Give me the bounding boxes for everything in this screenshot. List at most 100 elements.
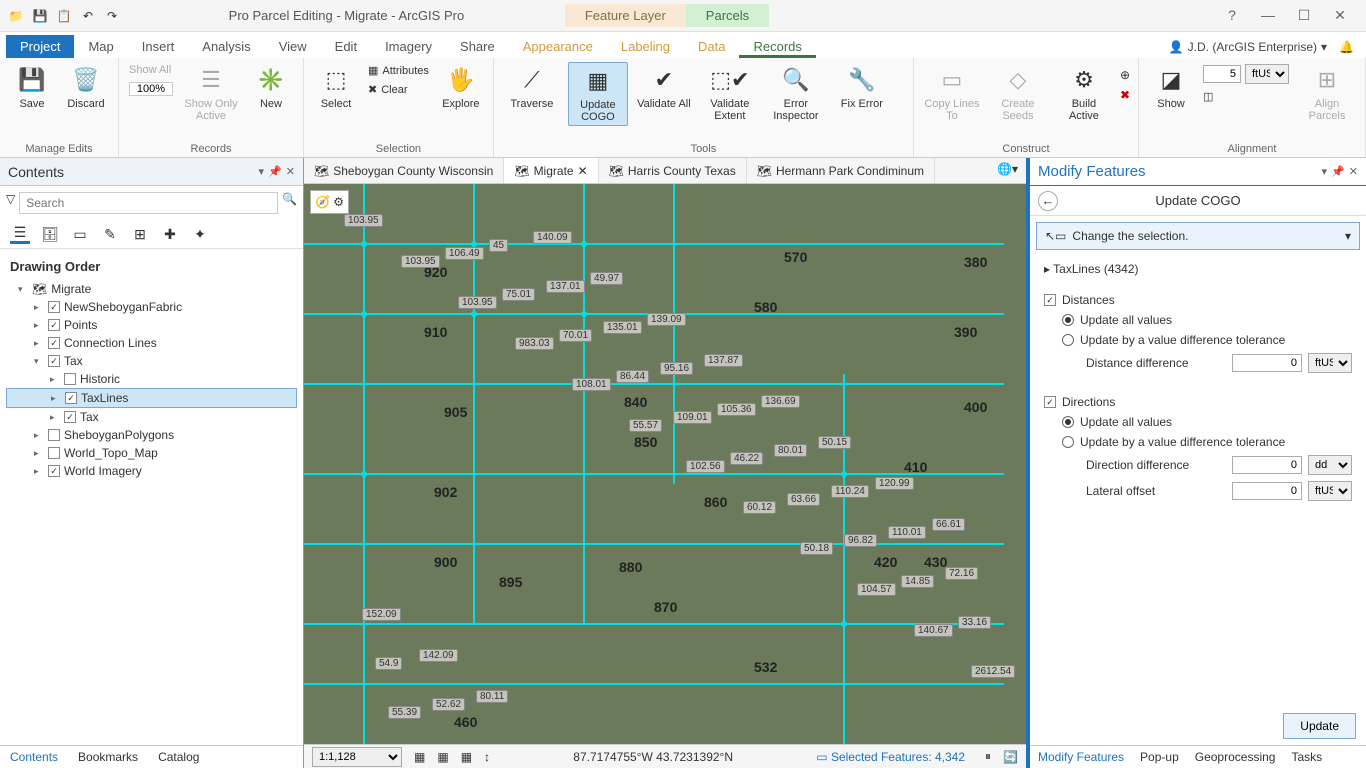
lateral-offset-unit-select[interactable]: ftUS (1308, 481, 1352, 501)
distances-checkbox[interactable]: ✓ (1044, 294, 1056, 306)
context-tab-feature-layer[interactable]: Feature Layer (565, 4, 686, 27)
tab-popup[interactable]: Pop-up (1132, 746, 1187, 768)
copy-lines-to-button[interactable]: ▭Copy Lines To (922, 62, 982, 124)
print-icon[interactable]: 📋 (54, 6, 74, 26)
layer-points[interactable]: ▸✓Points (6, 316, 297, 334)
filter-icon[interactable]: ▽ (6, 192, 15, 214)
align-parcels-button[interactable]: ⊞Align Parcels (1297, 62, 1357, 124)
layer-newsheboyganfabric[interactable]: ▸✓NewSheboyganFabric (6, 298, 297, 316)
list-labeling-icon[interactable]: ✚ (160, 224, 180, 244)
alignment-unit-select[interactable]: ftUS (1245, 64, 1289, 84)
validate-all-button[interactable]: ✔Validate All (634, 62, 694, 112)
traverse-button[interactable]: ⟋Traverse (502, 62, 562, 112)
globe-icon[interactable]: 🌐▾ (989, 158, 1026, 183)
fix-error-button[interactable]: 🔧Fix Error (832, 62, 892, 112)
new-record-button[interactable]: ✳️New (247, 62, 295, 112)
tab-contents[interactable]: Contents (0, 746, 68, 768)
close-pane-icon[interactable]: ✕ (1349, 165, 1358, 178)
status-icon-4[interactable]: ↕ (484, 750, 490, 764)
error-inspector-button[interactable]: 🔍Error Inspector (766, 62, 826, 124)
navigator-tool[interactable]: 🧭 ⚙ (310, 190, 349, 214)
tab-project[interactable]: Project (6, 35, 74, 58)
construct-opt2-icon[interactable]: ✖ (1120, 88, 1130, 102)
selection-tree-row[interactable]: ▸ TaxLines (4342) (1030, 256, 1366, 282)
list-perspective-icon[interactable]: ✦ (190, 224, 210, 244)
status-icon-1[interactable]: ▦ (414, 750, 425, 764)
save-icon[interactable]: 💾 (30, 6, 50, 26)
tab-edit[interactable]: Edit (321, 35, 371, 58)
layer-checkbox[interactable]: ✓ (64, 411, 76, 423)
map-tab-3[interactable]: 🗺 Hermann Park Condiminum (747, 158, 935, 183)
change-selection-bar[interactable]: ↖▭ Change the selection. ▾ (1036, 222, 1360, 250)
contents-search-input[interactable] (19, 192, 278, 214)
close-tab-icon[interactable]: ✕ (578, 164, 588, 178)
layer-historic[interactable]: ▸Historic (6, 370, 297, 388)
tab-catalog[interactable]: Catalog (148, 746, 209, 768)
redo-icon[interactable]: ↷ (102, 6, 122, 26)
show-button[interactable]: ◪Show (1147, 62, 1195, 112)
tab-modify-features[interactable]: Modify Features (1030, 746, 1132, 768)
tab-records[interactable]: Records (739, 35, 815, 58)
distance-difference-input[interactable] (1232, 354, 1302, 372)
directions-radio-tol[interactable] (1062, 436, 1074, 448)
list-editing-icon[interactable]: ✎ (100, 224, 120, 244)
records-pct-input[interactable] (129, 82, 173, 96)
pause-icon[interactable]: ⏸ (985, 749, 991, 764)
dock-menu-icon[interactable]: ▾ (259, 165, 265, 178)
directions-checkbox[interactable]: ✓ (1044, 396, 1056, 408)
update-button[interactable]: Update (1283, 713, 1356, 739)
map-tab-1[interactable]: 🗺 Migrate ✕ (504, 158, 598, 183)
map-tab-0[interactable]: 🗺 Sheboygan County Wisconsin (304, 158, 504, 183)
distances-radio-all[interactable] (1062, 314, 1074, 326)
layer-checkbox[interactable]: ✓ (48, 301, 60, 313)
pin-icon[interactable]: 📌 (268, 165, 282, 178)
list-selection-icon[interactable]: ▭ (70, 224, 90, 244)
layer-checkbox[interactable]: ✓ (48, 465, 60, 477)
dock-menu-icon[interactable]: ▾ (1322, 165, 1328, 178)
list-source-icon[interactable]: 🗄 (40, 224, 60, 244)
tab-bookmarks[interactable]: Bookmarks (68, 746, 148, 768)
create-seeds-button[interactable]: ◇Create Seeds (988, 62, 1048, 124)
status-icon-3[interactable]: ▦ (461, 750, 472, 764)
back-icon[interactable]: ← (1038, 191, 1058, 211)
user-menu[interactable]: 👤 J.D. (ArcGIS Enterprise) ▾ 🔔 (1157, 36, 1366, 58)
layer-world-imagery[interactable]: ▸✓World Imagery (6, 462, 297, 480)
direction-unit-select[interactable]: dd (1308, 455, 1352, 475)
layer-checkbox[interactable] (48, 429, 60, 441)
show-only-active-button[interactable]: ☰Show Only Active (181, 62, 241, 124)
minimize-icon[interactable]: — (1254, 7, 1282, 24)
context-tab-parcels[interactable]: Parcels (686, 4, 769, 27)
tab-geoprocessing[interactable]: Geoprocessing (1187, 746, 1284, 768)
distance-unit-select[interactable]: ftUS (1308, 353, 1352, 373)
map-tab-2[interactable]: 🗺 Harris County Texas (599, 158, 747, 183)
directions-radio-all[interactable] (1062, 416, 1074, 428)
attributes-button[interactable]: ▦ Attributes (366, 62, 431, 79)
bell-icon[interactable]: 🔔 (1339, 40, 1354, 54)
tab-analysis[interactable]: Analysis (188, 35, 264, 58)
alignment-opt-icon[interactable]: ◫ (1201, 88, 1291, 105)
distances-radio-tol[interactable] (1062, 334, 1074, 346)
select-button[interactable]: ⬚Select (312, 62, 360, 112)
map-canvas[interactable]: 9209109059029008955705808308408508608708… (304, 184, 1026, 744)
help-icon[interactable]: ? (1218, 7, 1246, 24)
layer-tax[interactable]: ▸✓Tax (6, 408, 297, 426)
layer-world_topo_map[interactable]: ▸World_Topo_Map (6, 444, 297, 462)
save-button[interactable]: 💾Save (8, 62, 56, 112)
tab-tasks[interactable]: Tasks (1283, 746, 1330, 768)
clear-button[interactable]: ✖ Clear (366, 81, 431, 98)
layer-connection-lines[interactable]: ▸✓Connection Lines (6, 334, 297, 352)
discard-button[interactable]: 🗑️Discard (62, 62, 110, 112)
list-drawing-order-icon[interactable]: ☰ (10, 224, 30, 244)
layer-checkbox[interactable] (48, 447, 60, 459)
layer-checkbox[interactable]: ✓ (48, 319, 60, 331)
tab-imagery[interactable]: Imagery (371, 35, 446, 58)
tab-view[interactable]: View (265, 35, 321, 58)
construct-opt1-icon[interactable]: ⊕ (1120, 68, 1130, 82)
tab-share[interactable]: Share (446, 35, 509, 58)
update-cogo-button[interactable]: ▦Update COGO (568, 62, 628, 126)
open-icon[interactable]: 📁 (6, 6, 26, 26)
layer-tax[interactable]: ▾✓Tax (6, 352, 297, 370)
scale-select[interactable]: 1:1,128 (312, 747, 402, 767)
tab-map[interactable]: Map (74, 35, 127, 58)
selected-features-count[interactable]: ▭ Selected Features: 4,342 (816, 750, 965, 764)
